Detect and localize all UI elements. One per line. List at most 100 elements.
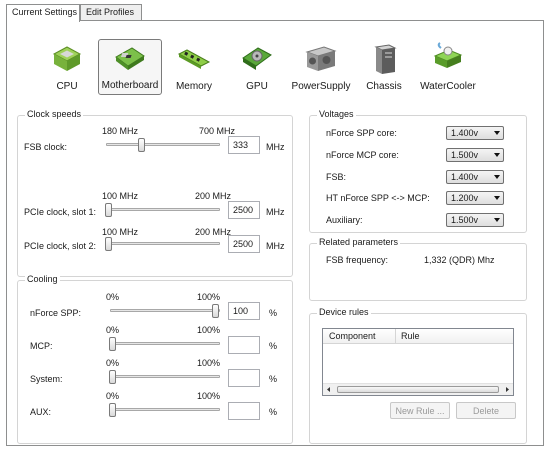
mcp-input[interactable]: [228, 336, 260, 354]
pcie2-unit: MHz: [266, 241, 285, 251]
nforce-spp-core-select[interactable]: 1.400v: [446, 126, 504, 140]
cooling-max-label: 100%: [197, 358, 221, 368]
water-cooler-icon: [433, 42, 463, 68]
nforce-spp-slider-thumb[interactable]: [212, 304, 219, 318]
memory-icon: [177, 49, 211, 69]
cooling-min-label: 0%: [106, 325, 120, 335]
select-value: 1.200v: [451, 193, 479, 203]
cooling-max-label: 100%: [197, 292, 221, 302]
auxiliary-select[interactable]: 1.500v: [446, 213, 504, 227]
aux-slider-thumb[interactable]: [109, 403, 116, 417]
related-parameters-group: Related parameters FSB frequency: 1,332 …: [309, 237, 527, 301]
system-unit: %: [269, 374, 278, 384]
pcie2-slider-thumb[interactable]: [105, 237, 112, 251]
chevron-down-icon: [494, 196, 500, 200]
pcie1-clock-input[interactable]: 2500: [228, 201, 260, 219]
fsb-clock-label: FSB clock:: [24, 142, 68, 152]
column-rule[interactable]: Rule: [401, 331, 420, 341]
fsb-frequency-value: 1,332 (QDR) Mhz: [424, 255, 495, 265]
mcp-slider-track[interactable]: [110, 342, 220, 345]
device-rules-title: Device rules: [317, 307, 371, 317]
aux-input[interactable]: [228, 402, 260, 420]
category-label: PowerSupply: [291, 81, 351, 92]
chevron-down-icon: [494, 153, 500, 157]
system-slider-thumb[interactable]: [109, 370, 116, 384]
system-slider-track[interactable]: [110, 375, 220, 378]
fsb-frequency-label: FSB frequency:: [326, 255, 389, 265]
chevron-down-icon: [494, 218, 500, 222]
mcp-unit: %: [269, 341, 278, 351]
mcp-slider-thumb[interactable]: [109, 337, 116, 351]
cooling-min-label: 0%: [106, 292, 120, 302]
nforce-spp-slider-track[interactable]: [110, 309, 220, 312]
aux-slider-track[interactable]: [110, 408, 220, 411]
cooling-min-label: 0%: [106, 391, 120, 401]
category-power-supply[interactable]: PowerSupply: [289, 39, 353, 95]
related-parameters-title: Related parameters: [317, 237, 401, 247]
system-input[interactable]: [228, 369, 260, 387]
category-label: Motherboard: [101, 80, 159, 91]
tab-current-settings[interactable]: Current Settings: [6, 4, 80, 22]
nforce-mcp-core-label: nForce MCP core:: [326, 150, 399, 160]
category-water-cooler[interactable]: WaterCooler: [416, 39, 480, 95]
cpu-icon: [52, 46, 82, 71]
voltages-group: Voltages nForce SPP core: 1.400v nForce …: [309, 109, 527, 233]
fsb-voltage-label: FSB:: [326, 172, 347, 182]
clock-speeds-group: Clock speeds 180 MHz 700 MHz FSB clock: …: [17, 109, 293, 277]
gpu-icon: [242, 47, 272, 70]
pcie2-clock-input[interactable]: 2500: [228, 235, 260, 253]
pcie2-slider-track[interactable]: [106, 242, 220, 245]
category-motherboard[interactable]: Motherboard: [98, 39, 162, 95]
chevron-down-icon: [494, 131, 500, 135]
category-cpu[interactable]: CPU: [35, 39, 99, 95]
system-label: System:: [30, 374, 63, 384]
scroll-thumb[interactable]: [337, 386, 499, 393]
chevron-right-icon: [506, 387, 509, 392]
pcie1-slider-thumb[interactable]: [105, 203, 112, 217]
delete-button[interactable]: Delete: [456, 402, 516, 419]
category-gpu[interactable]: GPU: [225, 39, 289, 95]
nforce-mcp-core-select[interactable]: 1.500v: [446, 148, 504, 162]
fsb-slider-track[interactable]: [106, 143, 220, 146]
category-label: CPU: [56, 81, 78, 92]
device-rules-list[interactable]: Component Rule: [322, 328, 514, 396]
fsb-slider-thumb[interactable]: [138, 138, 145, 152]
category-chassis[interactable]: Chassis: [352, 39, 416, 95]
select-value: 1.500v: [451, 215, 479, 225]
category-label: WaterCooler: [420, 81, 476, 92]
category-label: Chassis: [366, 81, 402, 92]
horizontal-scrollbar[interactable]: [323, 383, 513, 395]
clock-speeds-title: Clock speeds: [25, 109, 84, 119]
select-value: 1.400v: [451, 128, 479, 138]
fsb-max-label: 700 MHz: [199, 126, 236, 136]
ht-spp-mcp-select[interactable]: 1.200v: [446, 191, 504, 205]
fsb-clock-input[interactable]: 333: [228, 136, 260, 154]
chevron-down-icon: [494, 175, 500, 179]
pcie1-slider-track[interactable]: [106, 208, 220, 211]
category-label: Memory: [175, 81, 213, 92]
fsb-voltage-select[interactable]: 1.400v: [446, 170, 504, 184]
pcie2-max-label: 200 MHz: [195, 227, 232, 237]
new-rule-button[interactable]: New Rule ...: [390, 402, 450, 419]
pcie1-unit: MHz: [266, 207, 285, 217]
nforce-spp-input[interactable]: 100: [228, 302, 260, 320]
list-header: Component Rule: [323, 329, 513, 344]
pcie1-max-label: 200 MHz: [195, 191, 232, 201]
column-component[interactable]: Component: [329, 331, 376, 341]
scroll-left-button[interactable]: [323, 384, 335, 395]
fsb-unit: MHz: [266, 142, 285, 152]
chevron-left-icon: [327, 387, 330, 392]
motherboard-icon: [115, 47, 145, 70]
current-settings-panel: CPU Motherboard Memory GPU PowerSupply C…: [6, 20, 544, 446]
pcie2-clock-label: PCIe clock, slot 2:: [24, 241, 97, 251]
scroll-right-button[interactable]: [501, 384, 513, 395]
cooling-min-label: 0%: [106, 358, 120, 368]
chassis-icon: [374, 44, 397, 74]
pcie1-min-label: 100 MHz: [102, 191, 139, 201]
category-memory[interactable]: Memory: [162, 39, 226, 95]
nforce-spp-label: nForce SPP:: [30, 308, 82, 318]
auxiliary-label: Auxiliary:: [326, 215, 363, 225]
cooling-group: Cooling 0% 100% nForce SPP: 100 % 0% 100…: [17, 274, 293, 444]
tab-edit-profiles[interactable]: Edit Profiles: [80, 4, 142, 21]
select-value: 1.500v: [451, 150, 479, 160]
